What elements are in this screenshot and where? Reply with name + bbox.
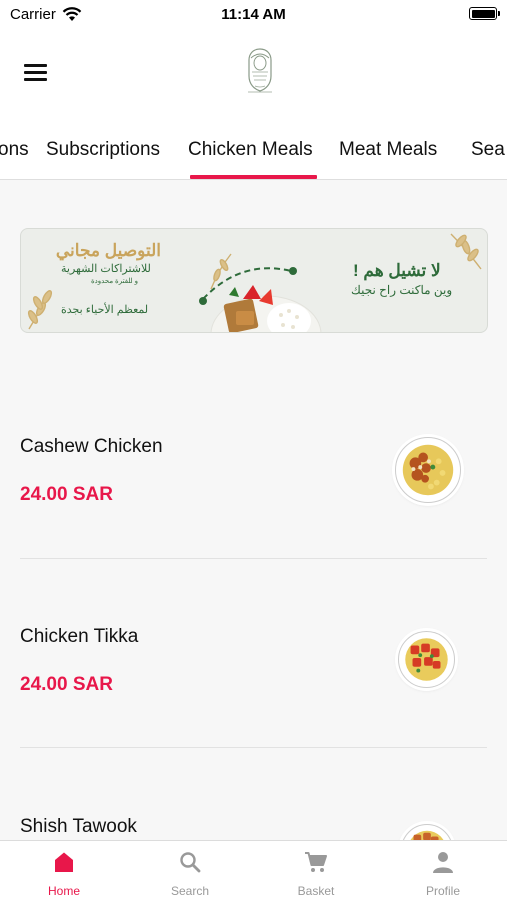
- banner-footer-left: لمعظم الأحياء بجدة: [61, 304, 149, 316]
- battery-icon: [469, 7, 500, 20]
- nav-basket[interactable]: Basket: [253, 841, 379, 900]
- nav-home[interactable]: Home: [1, 841, 127, 900]
- tab-options[interactable]: ons: [0, 139, 29, 161]
- home-icon: [55, 852, 73, 872]
- nav-home-label: Home: [47, 884, 80, 898]
- banner-headline-left: التوصيل مجاني: [55, 241, 161, 260]
- item-name: Chicken Tikka: [20, 626, 139, 647]
- nav-profile[interactable]: Profile: [380, 841, 506, 900]
- banner-subline-left: للاشتراكات الشهرية: [61, 263, 151, 275]
- bottom-nav: Home Search Basket Profile: [0, 840, 507, 900]
- promo-banner[interactable]: التوصيل مجاني للاشتراكات الشهرية و للفتر…: [20, 228, 488, 333]
- item-divider: [20, 558, 487, 559]
- cart-icon: [305, 852, 327, 872]
- banner-subline-right: وين ماكنت راح نجيك: [351, 283, 453, 297]
- tab-seafood[interactable]: Sea: [471, 139, 505, 161]
- status-bar: Carrier 11:14 AM: [0, 0, 507, 28]
- status-time: 11:14 AM: [221, 6, 286, 23]
- dish-image[interactable]: [395, 437, 461, 503]
- dish-image[interactable]: [398, 631, 455, 688]
- item-price: 24.00 SAR: [20, 674, 113, 695]
- nav-profile-label: Profile: [425, 884, 460, 898]
- crest-logo-icon: [248, 48, 272, 93]
- item-name: Cashew Chicken: [20, 436, 163, 457]
- item-divider: [20, 747, 487, 748]
- app-header: [0, 28, 507, 118]
- category-tabs: ons Subscriptions Chicken Meals Meat Mea…: [0, 118, 507, 180]
- tab-meat-meals[interactable]: Meat Meals: [339, 139, 437, 161]
- tab-chicken-meals[interactable]: Chicken Meals: [188, 139, 313, 161]
- banner-tiny-left: و للفترة محدودة: [91, 278, 139, 285]
- hamburger-menu-icon[interactable]: [24, 64, 47, 81]
- nav-search[interactable]: Search: [127, 841, 253, 900]
- banner-headline-right: لا تشيل هم !: [353, 261, 441, 280]
- item-price: 24.00 SAR: [20, 484, 113, 505]
- tab-subscriptions[interactable]: Subscriptions: [46, 139, 160, 161]
- person-icon: [433, 852, 453, 873]
- item-name: Shish Tawook: [20, 816, 137, 837]
- nav-basket-label: Basket: [297, 884, 335, 898]
- active-tab-indicator: [190, 175, 317, 179]
- search-icon: [180, 852, 201, 873]
- nav-search-label: Search: [170, 884, 210, 898]
